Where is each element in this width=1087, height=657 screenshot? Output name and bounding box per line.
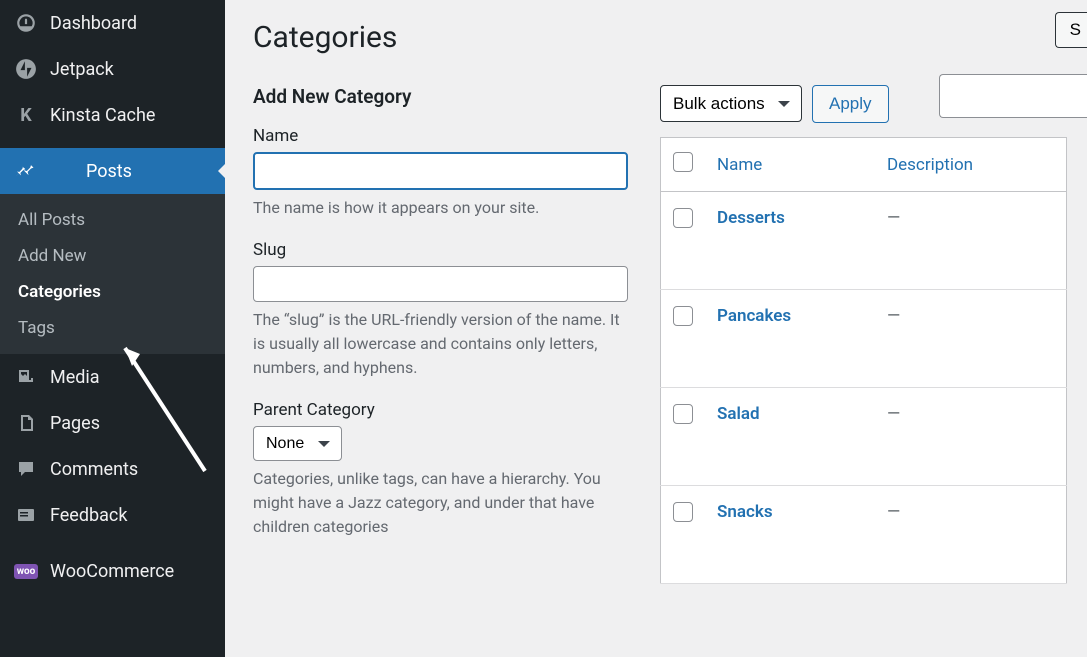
form-heading: Add New Category (253, 85, 628, 108)
table-row: Desserts — (661, 192, 1067, 290)
submenu-item-all-posts[interactable]: All Posts (0, 202, 225, 238)
sidebar-item-pages[interactable]: Pages (0, 400, 225, 446)
name-label: Name (253, 126, 628, 146)
submenu-item-categories[interactable]: Categories (0, 274, 225, 310)
sidebar-item-label: Comments (50, 459, 138, 480)
submenu-item-tags[interactable]: Tags (0, 310, 225, 346)
sidebar-item-label: Media (50, 367, 100, 388)
categories-table: Name Description Desserts — Pancakes (660, 137, 1067, 584)
sidebar-item-dashboard[interactable]: Dashboard (0, 0, 225, 46)
category-link[interactable]: Salad (717, 404, 760, 424)
jetpack-icon (14, 57, 38, 81)
pin-icon (14, 159, 38, 183)
select-all-checkbox[interactable] (673, 152, 693, 172)
sidebar-item-label: Pages (50, 413, 100, 434)
media-icon (14, 365, 38, 389)
name-help: The name is how it appears on your site. (253, 196, 628, 220)
row-checkbox[interactable] (673, 404, 693, 424)
column-header-name[interactable]: Name (705, 138, 875, 192)
sidebar-item-label: Dashboard (50, 13, 137, 34)
categories-list: Bulk actions Apply Name Description (660, 85, 1067, 657)
posts-submenu: All Posts Add New Categories Tags (0, 194, 225, 354)
bulk-actions-select[interactable]: Bulk actions (660, 85, 802, 122)
pages-icon (14, 411, 38, 435)
slug-help: The “slug” is the URL-friendly version o… (253, 308, 628, 380)
apply-button[interactable]: Apply (812, 85, 889, 123)
sidebar-item-media[interactable]: Media (0, 354, 225, 400)
sidebar-item-feedback[interactable]: Feedback (0, 492, 225, 538)
comments-icon (14, 457, 38, 481)
add-category-form: Add New Category Name The name is how it… (253, 85, 628, 657)
admin-sidebar: Dashboard Jetpack K Kinsta Cache P (0, 0, 225, 657)
submenu-item-add-new[interactable]: Add New (0, 238, 225, 274)
sidebar-item-jetpack[interactable]: Jetpack (0, 46, 225, 92)
table-row: Snacks — (661, 486, 1067, 584)
row-checkbox[interactable] (673, 502, 693, 522)
category-description: — (875, 486, 1067, 584)
sidebar-item-label: WooCommerce (50, 561, 174, 582)
sidebar-item-label: Posts (86, 161, 132, 182)
category-description: — (875, 290, 1067, 388)
sidebar-item-kinsta[interactable]: K Kinsta Cache (0, 92, 225, 138)
parent-select[interactable]: None (253, 426, 342, 461)
feedback-icon (14, 503, 38, 527)
table-row: Pancakes — (661, 290, 1067, 388)
sidebar-item-woocommerce[interactable]: woo WooCommerce (0, 548, 225, 594)
parent-help: Categories, unlike tags, can have a hier… (253, 467, 628, 539)
row-checkbox[interactable] (673, 208, 693, 228)
page-title: Categories (253, 20, 1067, 55)
category-description: — (875, 192, 1067, 290)
category-link[interactable]: Pancakes (717, 306, 791, 326)
kinsta-icon: K (14, 103, 38, 127)
sidebar-item-comments[interactable]: Comments (0, 446, 225, 492)
slug-input[interactable] (253, 266, 628, 302)
screen-options-button[interactable]: S (1055, 12, 1087, 48)
search-input[interactable] (939, 74, 1087, 118)
dashboard-icon (14, 11, 38, 35)
row-checkbox[interactable] (673, 306, 693, 326)
slug-label: Slug (253, 240, 628, 260)
sidebar-item-posts[interactable]: Posts (0, 148, 225, 194)
table-row: Salad — (661, 388, 1067, 486)
woo-icon: woo (14, 559, 38, 583)
category-link[interactable]: Desserts (717, 208, 785, 228)
sidebar-item-label: Jetpack (50, 59, 114, 80)
category-link[interactable]: Snacks (717, 502, 773, 522)
name-input[interactable] (253, 152, 628, 190)
main-content: S Categories Add New Category Name The n… (225, 0, 1087, 657)
column-header-description[interactable]: Description (875, 138, 1067, 192)
sidebar-item-label: Kinsta Cache (50, 105, 155, 126)
sidebar-item-label: Feedback (50, 505, 127, 526)
parent-label: Parent Category (253, 400, 628, 420)
category-description: — (875, 388, 1067, 486)
